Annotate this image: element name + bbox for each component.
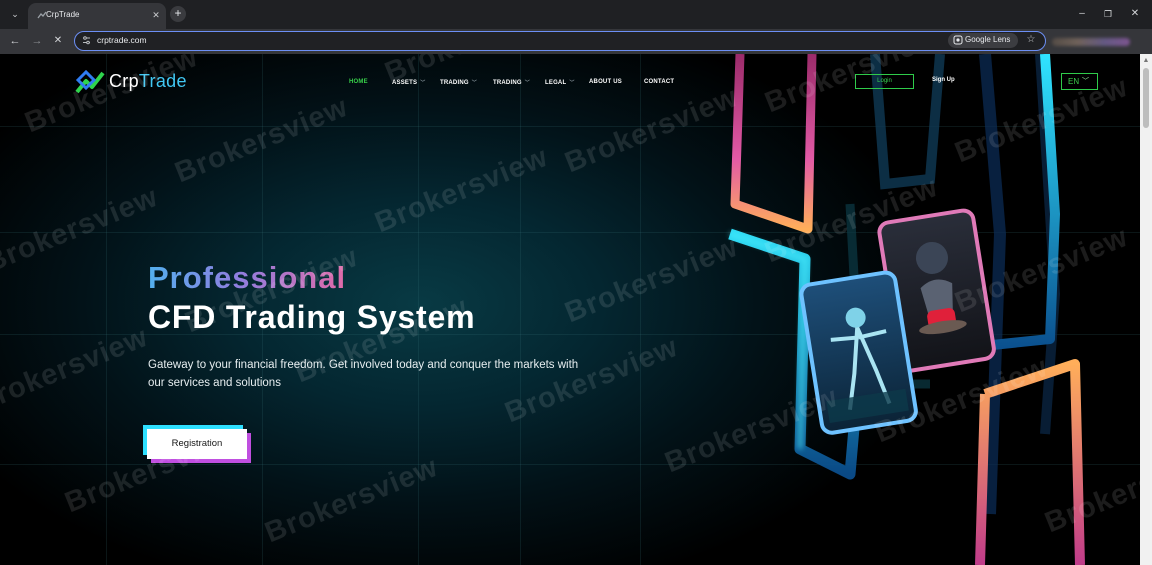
nav-label: ABOUT US (589, 79, 622, 85)
nav-contact[interactable]: CONTACT (644, 79, 674, 85)
grid-line (106, 54, 107, 565)
nav-label: HOME (349, 79, 368, 85)
google-lens-label: Google Lens (965, 35, 1011, 44)
logo-text-part2: Trade (138, 71, 187, 91)
nav-label: CONTACT (644, 79, 675, 85)
close-icon[interactable]: ✕ (150, 9, 162, 21)
window-close-button[interactable]: ✕ (1127, 6, 1143, 22)
tab-title: CrpTrade (46, 10, 80, 19)
language-select[interactable]: EN ﹀ (1061, 73, 1098, 90)
registration-cta: Registration (143, 425, 251, 463)
signup-link[interactable]: Sign Up (932, 77, 955, 83)
language-value: EN (1068, 77, 1080, 86)
browser-toolbar: ← → ✕ crptrade.com Google Lens ☆ (0, 29, 1152, 54)
page-scrollbar[interactable]: ▲ (1140, 54, 1152, 565)
profile-area[interactable] (1052, 38, 1130, 46)
nav-home[interactable]: HOME (349, 79, 368, 85)
nav-legal[interactable]: LEGAL ﹀ (545, 79, 575, 86)
scroll-up-icon[interactable]: ▲ (1140, 56, 1152, 66)
nav-trading-2[interactable]: TRADING ﹀ (493, 79, 530, 86)
google-lens-icon (953, 35, 963, 45)
hero-title-line2: CFD Trading System (148, 299, 476, 335)
nav-assets[interactable]: ASSETS ﹀ (392, 79, 425, 86)
google-lens-button[interactable]: Google Lens (948, 33, 1018, 48)
address-bar[interactable]: crptrade.com Google Lens ☆ (74, 31, 1046, 51)
registration-button[interactable]: Registration (147, 429, 247, 459)
chevron-down-icon: ﹀ (420, 80, 426, 86)
chevron-down-icon: ﹀ (569, 80, 575, 86)
chevron-down-icon: ﹀ (471, 80, 477, 86)
forward-arrow-icon[interactable]: → (29, 33, 45, 49)
watermark: Brokersview (0, 320, 153, 420)
browser-tab[interactable]: CrpTrade ✕ (28, 3, 166, 29)
nav-trading-1[interactable]: TRADING ﹀ (440, 79, 477, 86)
hero-artwork (728, 54, 1085, 565)
grid-line (520, 54, 521, 565)
watermark: Brokersview (370, 140, 553, 240)
watermark: Brokersview (260, 450, 443, 550)
tab-strip: ⌄ CrpTrade ✕ + – ❐ ✕ (0, 0, 1152, 29)
logo-text: CrpTrade (109, 71, 187, 92)
nav-label: ASSETS (392, 80, 418, 86)
plus-icon[interactable]: + (170, 6, 186, 22)
minimize-button[interactable]: – (1074, 6, 1090, 22)
hero-subtitle: Gateway to your financial freedom. Get i… (148, 359, 579, 389)
nav-label: LEGAL (545, 80, 567, 86)
hero-title-line1: Professional (148, 260, 347, 295)
chevron-down-icon: ﹀ (524, 80, 530, 86)
site-info-icon[interactable] (81, 35, 92, 46)
stop-icon[interactable]: ✕ (50, 33, 66, 49)
url-text[interactable]: crptrade.com (97, 35, 147, 45)
watermark: Brokersview (0, 180, 163, 280)
nav-label: TRADING (440, 80, 469, 86)
logo-text-part1: Crp (109, 71, 139, 91)
site-logo[interactable]: CrpTrade (74, 68, 204, 98)
restore-button[interactable]: ❐ (1100, 6, 1116, 22)
nav-about-us[interactable]: ABOUT US (589, 79, 622, 85)
scrollbar-thumb[interactable] (1143, 68, 1149, 128)
chevron-down-icon: ﹀ (1082, 78, 1089, 85)
nav-label: TRADING (493, 80, 522, 86)
grid-line (640, 54, 641, 565)
logo-icon (75, 69, 105, 94)
browser-window: ⌄ CrpTrade ✕ + – ❐ ✕ ← → ✕ crptrade.com (0, 0, 1152, 565)
tab-list-icon[interactable]: ⌄ (6, 6, 24, 22)
login-button[interactable]: Login (855, 74, 914, 89)
star-icon[interactable]: ☆ (1025, 34, 1037, 46)
webpage: CrpTrade HOME ASSETS ﹀ TRADING ﹀ TRADING ﹀ … (0, 54, 1140, 565)
back-arrow-icon[interactable]: ← (7, 33, 23, 49)
